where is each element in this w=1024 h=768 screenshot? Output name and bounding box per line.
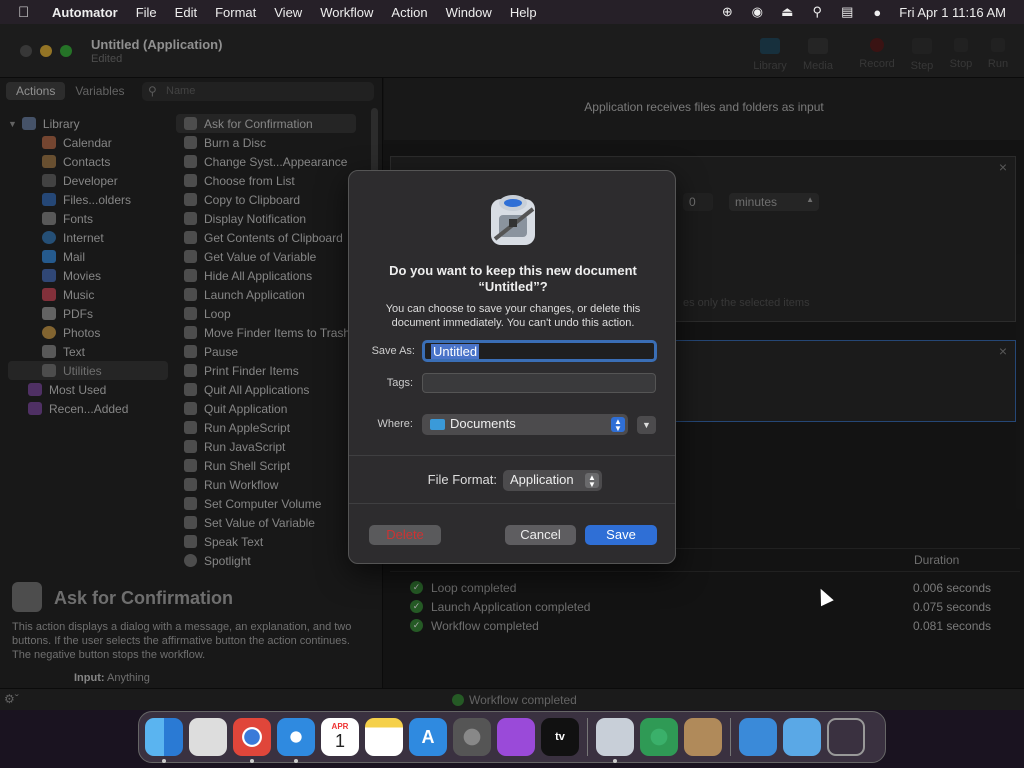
file-format-select[interactable]: Application ▲ ▼ xyxy=(503,470,602,491)
calendar-icon[interactable]: APR 1 xyxy=(321,718,359,756)
launchpad-icon[interactable] xyxy=(189,718,227,756)
automator-icon[interactable] xyxy=(596,718,634,763)
menu-bar:  Automator File Edit Format View Workfl… xyxy=(0,0,1024,24)
save-as-field[interactable]: Untitled xyxy=(422,340,657,362)
save-changes-dialog: Do you want to keep this new document “U… xyxy=(348,170,676,564)
stepper-icon: ▲ ▼ xyxy=(611,417,625,433)
dialog-title: Do you want to keep this new document “U… xyxy=(389,263,637,294)
menu-edit[interactable]: Edit xyxy=(175,5,197,20)
eject-icon[interactable]: ⏏ xyxy=(779,4,795,20)
apple-menu-icon[interactable]:  xyxy=(18,4,36,21)
user-icon[interactable]: ◉ xyxy=(749,4,765,20)
dialog-message: You can choose to save your changes, or … xyxy=(385,303,641,329)
divider xyxy=(349,455,675,456)
tags-label: Tags: xyxy=(386,377,413,389)
running-indicator xyxy=(294,759,298,763)
automator-robot-icon xyxy=(491,195,535,245)
find-my-icon[interactable] xyxy=(640,718,678,756)
finder-icon[interactable] xyxy=(145,718,183,763)
running-indicator xyxy=(250,759,254,763)
menu-format[interactable]: Format xyxy=(215,5,256,20)
file-format-label: File Format: xyxy=(427,472,497,487)
dock-separator xyxy=(730,718,731,756)
dock: APR 1 A tv xyxy=(138,711,886,763)
system-preferences-icon[interactable] xyxy=(453,718,491,756)
applications-folder-icon[interactable] xyxy=(739,718,777,756)
where-label: Where: xyxy=(377,418,413,430)
apple-tv-icon[interactable]: tv xyxy=(541,718,579,756)
divider xyxy=(349,503,675,504)
delete-button[interactable]: Delete xyxy=(369,525,441,545)
control-center-icon[interactable]: ▤ xyxy=(839,4,855,20)
save-as-label: Save As: xyxy=(371,345,415,357)
stepper-icon: ▲ ▼ xyxy=(585,473,599,489)
app-store-icon[interactable]: A xyxy=(409,718,447,756)
running-indicator xyxy=(613,759,617,763)
menu-workflow[interactable]: Workflow xyxy=(320,5,373,20)
folder-icon xyxy=(430,419,445,430)
expand-browser-button[interactable]: ▼ xyxy=(637,416,656,434)
wifi-icon[interactable]: ⊕ xyxy=(719,4,735,20)
tags-field[interactable] xyxy=(422,373,656,393)
contacts-icon[interactable] xyxy=(684,718,722,756)
notes-icon[interactable] xyxy=(365,718,403,756)
trash-icon[interactable] xyxy=(827,718,865,756)
menu-help[interactable]: Help xyxy=(510,5,537,20)
status-menus: ⊕ ◉ ⏏ ⚲ ▤ ● Fri Apr 1 11:16 AM xyxy=(719,0,1006,24)
menu-window[interactable]: Window xyxy=(446,5,492,20)
downloads-folder-icon[interactable] xyxy=(783,718,821,756)
siri-icon[interactable]: ● xyxy=(869,4,885,20)
where-select[interactable]: Documents ▲ ▼ xyxy=(422,414,628,435)
safari-icon[interactable] xyxy=(277,718,315,763)
menu-action[interactable]: Action xyxy=(391,5,427,20)
search-icon[interactable]: ⚲ xyxy=(809,4,825,20)
running-indicator xyxy=(162,759,166,763)
clock[interactable]: Fri Apr 1 11:16 AM xyxy=(899,5,1006,20)
menu-app-name[interactable]: Automator xyxy=(52,5,118,20)
save-button[interactable]: Save xyxy=(585,525,657,545)
cancel-button[interactable]: Cancel xyxy=(505,525,576,545)
menu-file[interactable]: File xyxy=(136,5,157,20)
podcasts-icon[interactable] xyxy=(497,718,535,756)
chrome-icon[interactable] xyxy=(233,718,271,763)
menu-view[interactable]: View xyxy=(274,5,302,20)
dock-separator xyxy=(587,718,588,756)
